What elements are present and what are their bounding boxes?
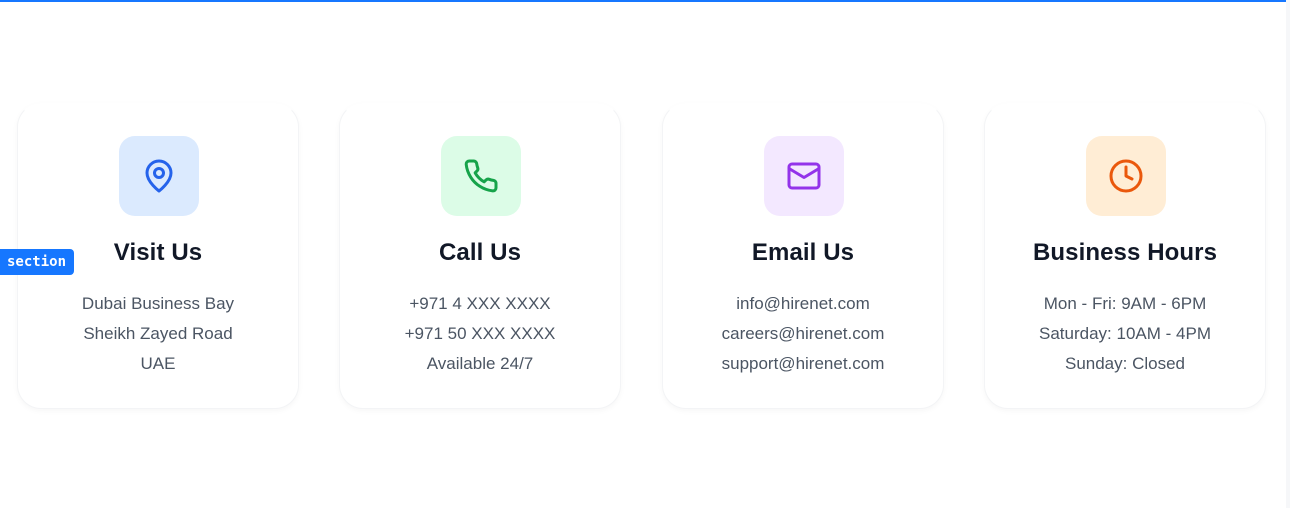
hours-line: Mon - Fri: 9AM - 6PM bbox=[1043, 294, 1207, 313]
availability-text: Available 24/7 bbox=[426, 354, 534, 373]
card-title: Business Hours bbox=[1032, 239, 1218, 266]
card-details: +971 4 XXX XXXX +971 50 XXX XXXX Availab… bbox=[340, 289, 620, 379]
card-title: Call Us bbox=[438, 239, 522, 266]
phone-number-link[interactable]: +971 50 XXX XXXX bbox=[340, 319, 620, 349]
email-link[interactable]: support@hirenet.com bbox=[663, 349, 943, 379]
contact-info-section: Visit Us Dubai Business Bay Sheikh Zayed… bbox=[17, 103, 1267, 411]
section-tag: section bbox=[0, 249, 75, 275]
phone-icon-tile bbox=[441, 136, 521, 216]
map-pin-icon-tile bbox=[119, 136, 199, 216]
address-line: Dubai Business Bay bbox=[81, 294, 235, 313]
phone-number-link[interactable]: +971 4 XXX XXXX bbox=[340, 289, 620, 319]
selection-outline bbox=[0, 0, 1286, 2]
hours-line: Saturday: 10AM - 4PM bbox=[1039, 324, 1211, 343]
clock-icon bbox=[1109, 159, 1143, 193]
email-us-card: Email Us info@hirenet.com careers@hirene… bbox=[662, 103, 944, 409]
hours-line: Sunday: Closed bbox=[1064, 354, 1186, 373]
map-pin-icon bbox=[145, 159, 173, 193]
card-details: Mon - Fri: 9AM - 6PM Saturday: 10AM - 4P… bbox=[985, 289, 1265, 379]
card-details: info@hirenet.com careers@hirenet.com sup… bbox=[663, 289, 943, 379]
scrollbar-track[interactable] bbox=[1286, 0, 1290, 508]
email-link[interactable]: info@hirenet.com bbox=[663, 289, 943, 319]
business-hours-card: Business Hours Mon - Fri: 9AM - 6PM Satu… bbox=[984, 103, 1266, 409]
mail-icon-tile bbox=[764, 136, 844, 216]
phone-icon bbox=[464, 159, 498, 193]
clock-icon-tile bbox=[1086, 136, 1166, 216]
call-us-card: Call Us +971 4 XXX XXXX +971 50 XXX XXXX… bbox=[339, 103, 621, 409]
mail-icon bbox=[787, 162, 821, 190]
card-title: Email Us bbox=[751, 239, 855, 266]
card-details: Dubai Business Bay Sheikh Zayed Road UAE bbox=[18, 289, 298, 379]
address-line: Sheikh Zayed Road bbox=[83, 324, 233, 343]
address-line: UAE bbox=[140, 354, 176, 373]
email-link[interactable]: careers@hirenet.com bbox=[663, 319, 943, 349]
